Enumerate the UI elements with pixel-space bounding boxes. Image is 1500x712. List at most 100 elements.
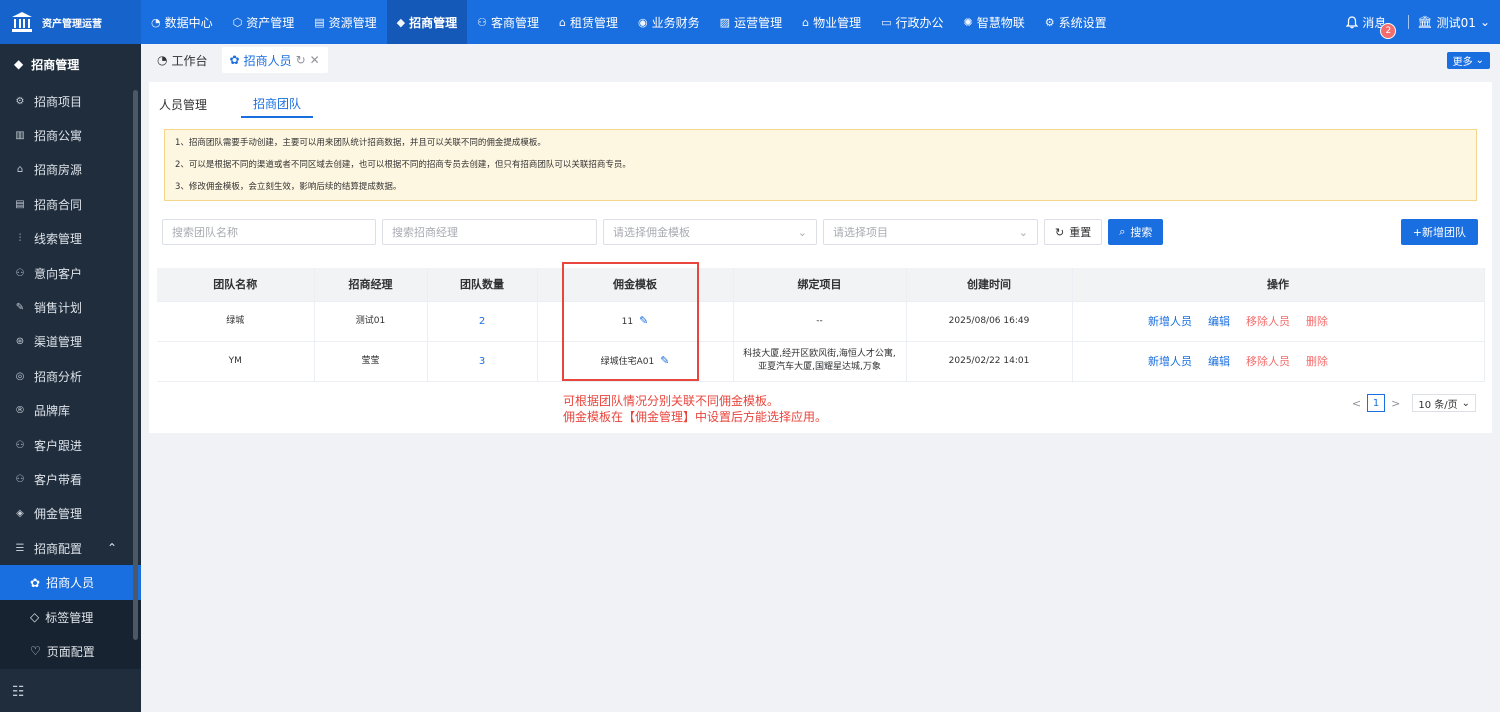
sidebar-item-label: 品牌库 bbox=[34, 404, 71, 419]
sidebar-sub-tags[interactable]: ◇ 标签管理 bbox=[0, 599, 141, 635]
sidebar-item-viewings[interactable]: ⚇ 客户带看 bbox=[0, 462, 141, 496]
delete-link[interactable]: 删除 bbox=[1306, 355, 1328, 368]
coin-icon: ◉ bbox=[638, 15, 648, 29]
project-select[interactable]: 请选择项目 ⌄ bbox=[823, 219, 1038, 245]
sidebar-item-contracts[interactable]: ▤ 招商合同 bbox=[0, 187, 141, 221]
edit-link[interactable]: 编辑 bbox=[1208, 355, 1230, 368]
channel-icon: ⊛ bbox=[15, 336, 25, 348]
search-button[interactable]: ⌕ 搜索 bbox=[1108, 219, 1164, 245]
subtab-team[interactable]: 招商团队 bbox=[241, 90, 314, 118]
user-menu[interactable]: 🏛 测试01 ⌄ bbox=[1417, 14, 1500, 31]
nav-lease[interactable]: ⌂ 租赁管理 bbox=[549, 0, 628, 44]
remove-member-link[interactable]: 移除人员 bbox=[1246, 315, 1290, 328]
manager-input[interactable]: 搜索招商经理 bbox=[382, 219, 597, 245]
page-number-button[interactable]: 1 bbox=[1367, 394, 1386, 412]
table-row: YM 莹莹 3 绿城住宅A01 ✎ 科技大厦,经开区欧风街,海恒人才公寓,亚夏汽车… bbox=[157, 341, 1485, 382]
user-name: 测试01 bbox=[1436, 15, 1476, 30]
nav-resource[interactable]: ▤ 资源管理 bbox=[304, 0, 386, 44]
collapse-menu-icon[interactable]: ☷ bbox=[12, 684, 25, 700]
chevron-down-icon: ⌄ bbox=[797, 225, 807, 239]
heart-icon: ♡ bbox=[30, 644, 41, 659]
sidebar-sub-pages[interactable]: ♡ 页面配置 bbox=[0, 634, 141, 669]
reset-button[interactable]: ↻ 重置 bbox=[1044, 219, 1103, 245]
nav-property[interactable]: ⌂ 物业管理 bbox=[792, 0, 871, 44]
sidebar-item-label: 线索管理 bbox=[34, 232, 83, 247]
search-icon: ⌕ bbox=[1119, 225, 1126, 238]
sidebar-title: 招商管理 bbox=[31, 57, 80, 72]
tab-staff[interactable]: ✿ 招商人员 ↻ ✕ bbox=[221, 47, 328, 73]
sidebar-item-sales-plan[interactable]: ✎ 销售计划 bbox=[0, 290, 141, 324]
sidebar-item-label: 招商公寓 bbox=[34, 129, 83, 144]
commission-icon: ◈ bbox=[16, 508, 24, 520]
nav-office[interactable]: ▭ 行政办公 bbox=[871, 0, 953, 44]
add-member-link[interactable]: 新增人员 bbox=[1148, 315, 1192, 328]
cell-project: -- bbox=[733, 301, 907, 342]
sidebar-item-followup[interactable]: ⚇ 客户跟进 bbox=[0, 428, 141, 462]
col-team-name: 团队名称 bbox=[157, 268, 315, 302]
cell-manager: 莹莹 bbox=[314, 341, 428, 382]
more-tabs-button[interactable]: 更多 ⌄ bbox=[1446, 52, 1490, 69]
sidebar-header[interactable]: ◆ 招商管理 bbox=[0, 44, 141, 84]
cell-actions: 新增人员 编辑 移除人员 删除 bbox=[1072, 301, 1485, 342]
nav-label: 资产管理 bbox=[246, 15, 295, 30]
messages-button[interactable]: 消息 2 bbox=[1336, 14, 1397, 39]
sidebar-item-commission[interactable]: ◈ 佣金管理 bbox=[0, 497, 141, 531]
team-name-input[interactable]: 搜索团队名称 bbox=[162, 219, 376, 245]
monitor-icon: ▭ bbox=[881, 15, 892, 29]
nav-label: 行政办公 bbox=[895, 15, 944, 30]
nav-label: 资源管理 bbox=[328, 15, 377, 30]
nav-operation[interactable]: ▨ 运营管理 bbox=[710, 0, 792, 44]
nav-settings[interactable]: ⚙ 系统设置 bbox=[1035, 0, 1117, 44]
nav-investment[interactable]: ◆ 招商管理 bbox=[386, 0, 468, 44]
sidebar-scrollbar[interactable] bbox=[133, 90, 138, 640]
sidebar-group-config[interactable]: ☰ 招商配置 ⌃ bbox=[0, 531, 141, 565]
apartment-icon: ▥ bbox=[15, 130, 25, 142]
prev-page-button[interactable]: < bbox=[1352, 397, 1361, 410]
cell-actions: 新增人员 编辑 移除人员 删除 bbox=[1072, 341, 1485, 382]
refresh-icon[interactable]: ↻ bbox=[296, 53, 306, 67]
sub-tabs: 人员管理 招商团队 bbox=[159, 90, 314, 118]
sidebar-item-brands[interactable]: ® 品牌库 bbox=[0, 394, 141, 428]
sidebar-item-prospects[interactable]: ⚇ 意向客户 bbox=[0, 256, 141, 290]
sidebar-sub-staff[interactable]: ✿ 招商人员 bbox=[0, 565, 141, 600]
user-icon: ⚇ bbox=[15, 267, 25, 279]
tag-icon: ◆ bbox=[396, 15, 406, 29]
list-icon: ☰ bbox=[15, 542, 25, 554]
cell-count-link[interactable]: 3 bbox=[427, 341, 538, 382]
add-member-link[interactable]: 新增人员 bbox=[1148, 355, 1192, 368]
sidebar-item-leads[interactable]: ⫶ 线索管理 bbox=[0, 222, 141, 256]
chart-icon: ▨ bbox=[719, 15, 731, 29]
sidebar-item-label: 渠道管理 bbox=[34, 335, 83, 350]
sidebar-item-apartments[interactable]: ▥ 招商公寓 bbox=[0, 118, 141, 152]
close-icon[interactable]: ✕ bbox=[310, 53, 320, 67]
template-select[interactable]: 请选择佣金模板 ⌄ bbox=[603, 219, 817, 245]
col-count: 团队数量 bbox=[427, 268, 538, 302]
row-actions: 新增人员 编辑 移除人员 删除 bbox=[993, 355, 1484, 368]
tab-workbench[interactable]: ◔ 工作台 bbox=[149, 47, 216, 73]
edit-link[interactable]: 编辑 bbox=[1208, 315, 1230, 328]
nav-label: 运营管理 bbox=[734, 15, 783, 30]
sidebar-item-channels[interactable]: ⊛ 渠道管理 bbox=[0, 325, 141, 359]
brand[interactable]: 资产管理运营 bbox=[0, 0, 141, 44]
nav-iot[interactable]: ✺ 智慧物联 bbox=[954, 0, 1035, 44]
next-page-button[interactable]: > bbox=[1391, 397, 1400, 410]
nav-data-center[interactable]: ◔ 数据中心 bbox=[141, 0, 223, 44]
page-size-select[interactable]: 10 条/页 ⌄ bbox=[1412, 394, 1476, 412]
remove-member-link[interactable]: 移除人员 bbox=[1246, 355, 1290, 368]
sidebar-item-listings[interactable]: ⌂ 招商房源 bbox=[0, 153, 141, 187]
delete-link[interactable]: 删除 bbox=[1306, 315, 1328, 328]
nav-finance[interactable]: ◉ 业务财务 bbox=[628, 0, 710, 44]
project-placeholder: 请选择项目 bbox=[833, 226, 888, 239]
subtab-personnel[interactable]: 人员管理 bbox=[159, 90, 213, 118]
chevron-down-icon: ⌄ bbox=[1018, 225, 1028, 239]
nav-customer[interactable]: ⚇ 客商管理 bbox=[467, 0, 549, 44]
add-team-button[interactable]: +新增团队 bbox=[1400, 219, 1478, 245]
nav-asset[interactable]: ⬡ 资产管理 bbox=[223, 0, 305, 44]
cell-count-link[interactable]: 2 bbox=[427, 301, 538, 342]
cube-icon: ⬡ bbox=[232, 15, 243, 29]
sidebar-item-analysis[interactable]: ◎ 招商分析 bbox=[0, 359, 141, 393]
users-icon: ⚇ bbox=[15, 473, 25, 485]
target-icon: ◎ bbox=[15, 370, 25, 382]
chevron-up-icon: ⌃ bbox=[106, 541, 117, 556]
sidebar-item-projects[interactable]: ⚙ 招商项目 bbox=[0, 84, 141, 118]
